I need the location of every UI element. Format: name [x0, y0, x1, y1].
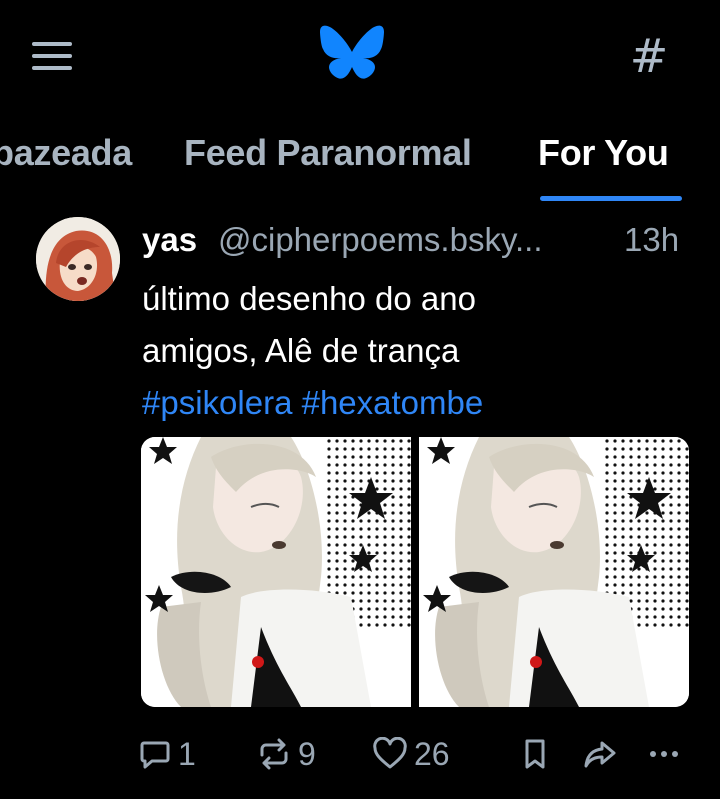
tab-feed-paranormal[interactable]: Feed Paranormal	[184, 132, 472, 174]
post-image[interactable]	[419, 437, 689, 707]
author-name[interactable]: yas	[142, 221, 197, 259]
more-options-button[interactable]	[646, 731, 682, 777]
post-text: último desenho do ano amigos, Alê de tra…	[142, 273, 702, 429]
top-bar: #	[0, 0, 720, 110]
share-button[interactable]	[582, 731, 618, 777]
hamburger-icon[interactable]	[30, 38, 74, 74]
author-handle[interactable]: @cipherpoems.bsky...	[218, 221, 620, 259]
reply-button[interactable]: 1	[138, 731, 196, 777]
hashtag-icon[interactable]: #	[624, 30, 674, 82]
reply-icon	[140, 741, 170, 769]
bookmark-button[interactable]	[520, 731, 550, 777]
avatar[interactable]	[36, 217, 120, 301]
bluesky-butterfly-icon[interactable]	[318, 24, 386, 84]
share-icon	[584, 741, 616, 768]
like-button[interactable]: 26	[372, 731, 450, 777]
bookmark-icon	[525, 739, 545, 769]
like-count: 26	[414, 735, 450, 772]
post-image[interactable]	[141, 437, 411, 707]
repost-icon	[260, 738, 288, 770]
hashtags-line: #psikolera #hexatombe	[142, 377, 702, 429]
feed-tabs: pazeada Feed Paranormal For You	[0, 110, 720, 202]
tab-for-you[interactable]: For You	[538, 132, 669, 174]
post-actions: 1 9 26	[138, 731, 698, 777]
post-text-line: último desenho do ano	[142, 280, 476, 317]
reply-count: 1	[178, 735, 196, 772]
ellipsis-icon	[650, 751, 678, 757]
hashtag-link[interactable]: #hexatombe	[302, 384, 484, 421]
post-text-line: amigos, Alê de trança	[142, 332, 460, 369]
tab-pazeada[interactable]: pazeada	[0, 132, 132, 174]
repost-button[interactable]: 9	[256, 731, 316, 777]
feed-post[interactable]: yas @cipherpoems.bsky... 13h último dese…	[0, 201, 720, 799]
hashtag-link[interactable]: #psikolera	[142, 384, 292, 421]
post-images	[141, 437, 689, 707]
post-header: yas @cipherpoems.bsky... 13h	[142, 217, 692, 261]
heart-icon	[373, 737, 407, 769]
post-timestamp[interactable]: 13h	[624, 221, 679, 259]
repost-count: 9	[298, 735, 316, 772]
